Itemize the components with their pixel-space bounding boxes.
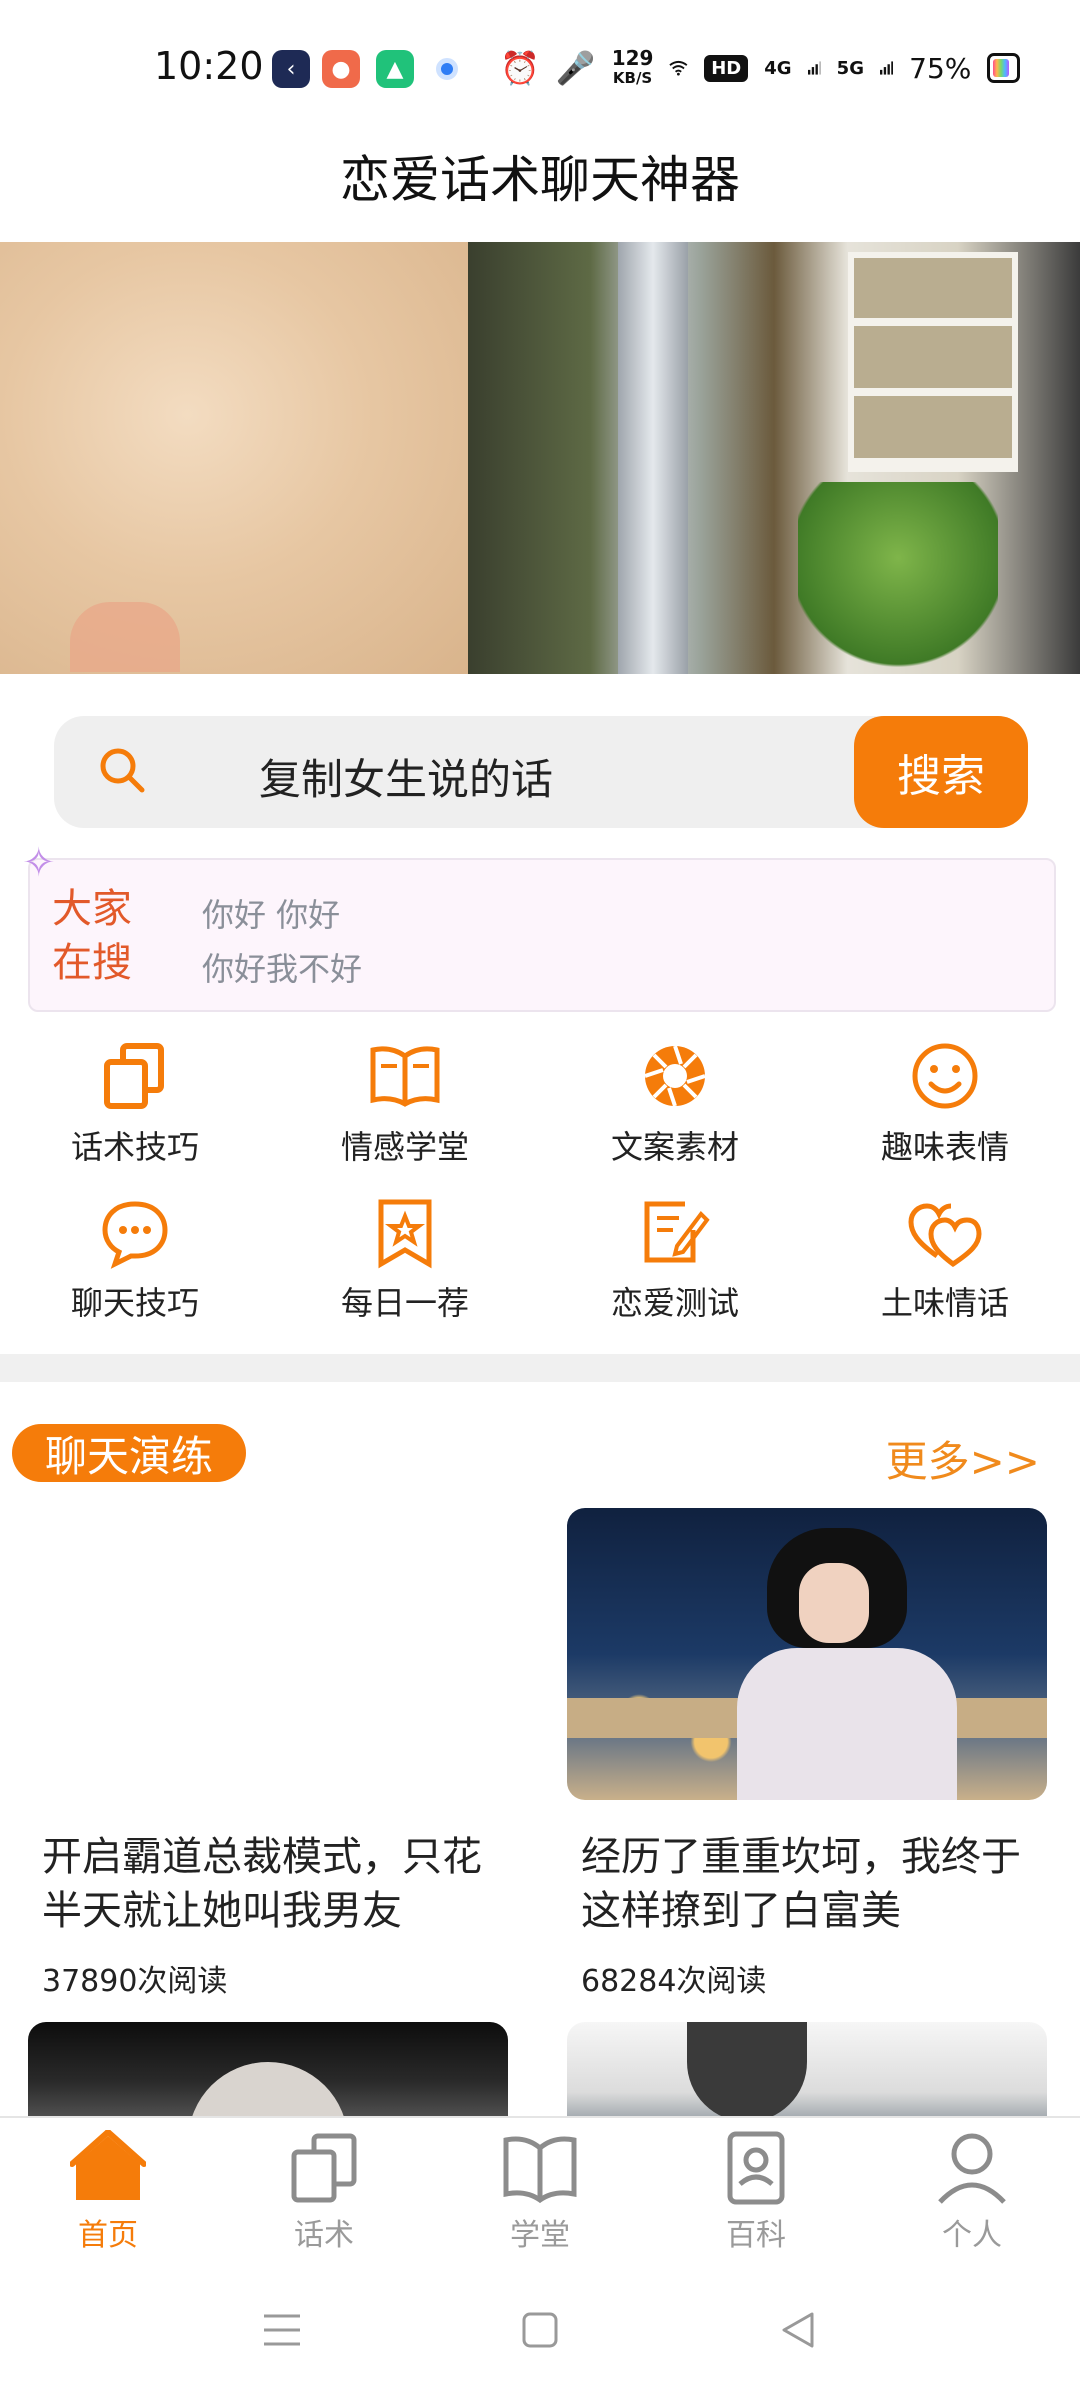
category-label: 土味情话: [880, 1284, 1009, 1322]
article-card[interactable]: [28, 2022, 508, 2122]
search-icon: [100, 748, 145, 793]
article-title: 经历了重重坎坷，我终于这样撩到了白富美: [581, 1834, 1021, 1934]
hot-search-label-line1: 大家: [52, 886, 132, 932]
article-reads: 68284次阅读: [581, 1964, 767, 1999]
net-speed: 129 KB/S: [612, 48, 654, 88]
nav-huashu[interactable]: 话术: [216, 2130, 432, 2260]
nav-geren[interactable]: 个人: [864, 2130, 1080, 2260]
menu-icon[interactable]: [260, 2308, 304, 2352]
signal-icon: [807, 61, 821, 75]
section-tag: 聊天演练: [12, 1424, 246, 1482]
book-icon: [370, 1046, 440, 1107]
category-label: 文案素材: [610, 1128, 739, 1166]
nav-label: 首页: [78, 2218, 138, 2253]
edit-note-icon: [644, 1201, 710, 1263]
article-title: 开启霸道总裁模式，只花半天就让她叫我男友: [42, 1834, 482, 1934]
home-icon: [70, 2130, 146, 2200]
nav-label: 百科: [726, 2218, 786, 2253]
status-indicators: ⏰ 🎤 129 KB/S HD 4G 5G 75%: [500, 44, 1020, 92]
bottom-nav: 首页 话术 学堂 百科 个人: [0, 2116, 1080, 2260]
more-link[interactable]: 更多>>: [886, 1428, 1040, 1489]
nav-xuetang[interactable]: 学堂: [432, 2130, 648, 2260]
nav-label: 个人: [942, 2218, 1002, 2253]
category-tuwei-qinghua[interactable]: 土味情话: [810, 1186, 1080, 1340]
app-k-icon: ‹: [272, 50, 310, 88]
sparkle-icon: ✧: [22, 840, 56, 886]
aperture-icon: [644, 1045, 706, 1107]
section-divider: [0, 1354, 1080, 1382]
hot-search-panel: ✧ 大家 在搜 你好 你好 你好我不好: [22, 840, 1056, 1012]
category-wenan-sucai[interactable]: 文案素材: [540, 1030, 810, 1184]
hot-search-item[interactable]: 你好 你好: [202, 890, 340, 936]
smile-icon: [912, 1043, 978, 1109]
hot-search-label-line2: 在搜: [52, 940, 132, 986]
hot-search-label: 大家 在搜: [52, 882, 132, 990]
article-card[interactable]: 开启霸道总裁模式，只花半天就让她叫我男友 37890次阅读: [28, 1508, 508, 1999]
category-label: 恋爱测试: [610, 1284, 739, 1322]
article-reads: 37890次阅读: [42, 1964, 228, 1999]
hot-search-item[interactable]: 你好我不好: [202, 944, 362, 990]
category-label: 聊天技巧: [70, 1284, 199, 1322]
chat-bubble-icon: [102, 1201, 168, 1269]
category-label: 情感学堂: [340, 1128, 469, 1166]
category-grid: 话术技巧 情感学堂 文案素材 趣味表情 聊天技巧 每日一荐 恋爱测试 土味情话: [0, 1030, 1080, 1336]
article-thumbnail: [567, 2022, 1047, 2122]
category-lianai-ceshi[interactable]: 恋爱测试: [540, 1186, 810, 1340]
copy-icon: [291, 2133, 357, 2203]
category-huashu-jiqiao[interactable]: 话术技巧: [0, 1030, 270, 1184]
hd-badge: HD: [704, 54, 749, 82]
book-icon: [503, 2136, 577, 2204]
status-time: 10:20: [154, 44, 264, 88]
net-5g: 5G: [836, 57, 864, 79]
app-monkey-icon: ●: [322, 50, 360, 88]
person-icon: [938, 2133, 1006, 2204]
mic-icon: 🎤: [555, 49, 596, 87]
banner-carousel[interactable]: [0, 242, 1080, 674]
search-button[interactable]: 搜索: [854, 716, 1028, 828]
net-speed-value: 129: [611, 46, 654, 70]
category-meiri-yijian[interactable]: 每日一荐: [270, 1186, 540, 1340]
search-input[interactable]: 复制女生说的话: [259, 746, 553, 807]
nav-label: 话术: [294, 2218, 354, 2253]
app-green-icon: ▲: [376, 50, 414, 88]
hearts-icon: [908, 1203, 982, 1268]
category-qinggan-xuetang[interactable]: 情感学堂: [270, 1030, 540, 1184]
page-title: 恋爱话术聊天神器: [340, 151, 740, 209]
copy-icon: [104, 1043, 164, 1109]
nav-baike[interactable]: 百科: [648, 2130, 864, 2260]
home-button-icon[interactable]: [518, 2308, 562, 2352]
net-4g: 4G: [764, 57, 792, 79]
banner-image-marble: [0, 242, 468, 674]
category-quwei-biaoqing[interactable]: 趣味表情: [810, 1030, 1080, 1184]
encyclopedia-icon: [727, 2131, 785, 2205]
wifi-icon: [669, 60, 688, 76]
article-card[interactable]: 经历了重重坎坷，我终于这样撩到了白富美 68284次阅读: [567, 1508, 1047, 1999]
banner-image-shop: [468, 242, 1080, 674]
search-bar: 复制女生说的话 搜索: [54, 716, 1028, 828]
back-icon[interactable]: [776, 2308, 820, 2352]
battery-icon: [987, 53, 1020, 83]
status-bar: 10:20 ‹ ● ▲ ⏰ 🎤 129 KB/S HD 4G 5G 75%: [0, 0, 1080, 130]
article-thumbnail: [567, 1508, 1047, 1800]
star-bookmark-icon: [378, 1199, 432, 1269]
category-label: 话术技巧: [70, 1128, 199, 1166]
alarm-icon: ⏰: [500, 49, 540, 87]
category-liaotian-jiqiao[interactable]: 聊天技巧: [0, 1186, 270, 1340]
nav-label: 学堂: [510, 2218, 570, 2253]
category-label: 趣味表情: [880, 1128, 1009, 1166]
nav-home[interactable]: 首页: [0, 2130, 216, 2260]
app-dot-icon: [428, 50, 466, 88]
article-card[interactable]: [567, 2022, 1047, 2122]
category-label: 每日一荐: [340, 1284, 469, 1322]
net-speed-unit: KB/S: [612, 69, 653, 87]
article-thumbnail: [28, 2022, 508, 2122]
battery-percent: 75%: [909, 51, 972, 85]
signal-icon-2: [879, 61, 894, 75]
system-nav-bar: [0, 2260, 1080, 2400]
